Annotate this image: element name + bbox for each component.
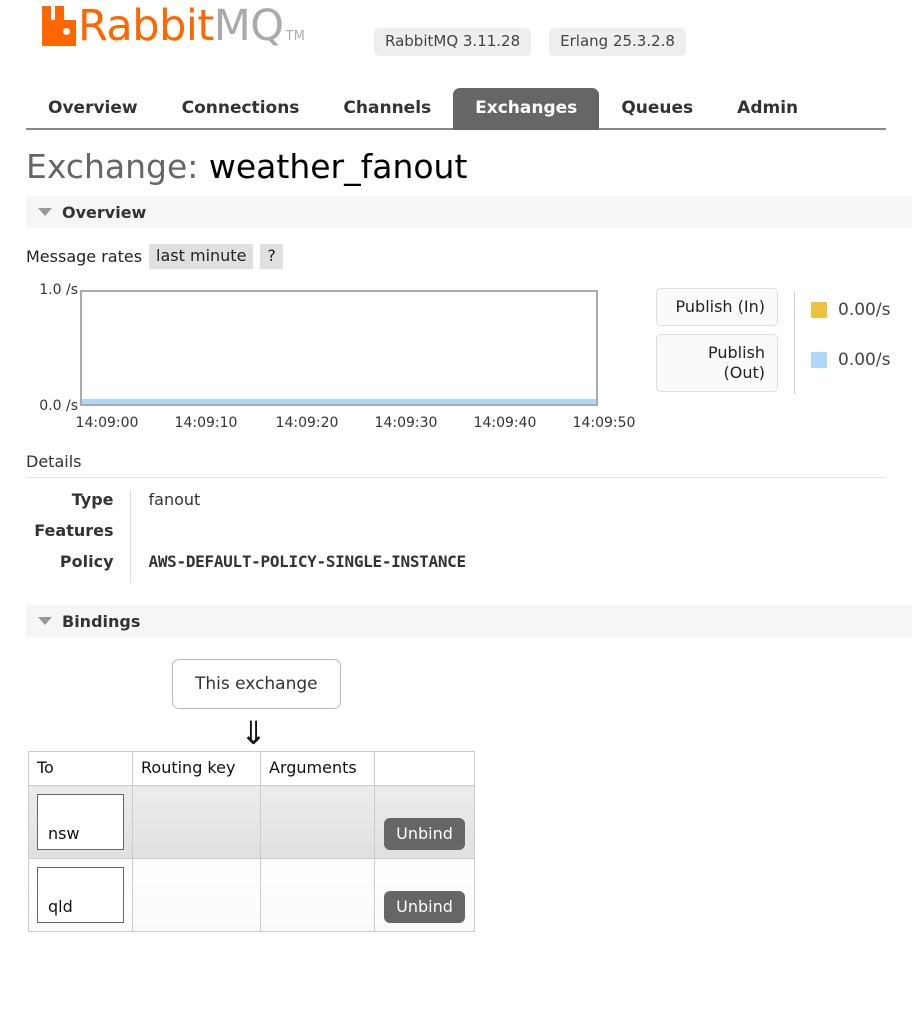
details-value-features [129,521,630,552]
section-header-bindings[interactable]: Bindings [26,605,912,637]
bindings-diagram: This exchange ⇓ [26,659,912,751]
legend-button-publish-out[interactable]: Publish (Out) [656,334,778,392]
details-key-type: Type [71,490,114,509]
logo-text-mq: MQ [213,1,284,51]
section-header-overview[interactable]: Overview [26,196,912,228]
column-header-routing-key: Routing key [132,751,261,786]
x-axis-tick-5: 14:09:50 [572,415,636,431]
y-axis-tick-min: 0.0 /s [39,398,78,414]
legend-divider [794,292,795,394]
tab-overview[interactable]: Overview [26,88,160,130]
details-row-policy: Policy AWS-DEFAULT-POLICY-SINGLE-INSTANC… [26,552,630,583]
section-title-bindings: Bindings [62,611,141,631]
bindings-table: To Routing key Arguments nsw Unbind qld … [28,751,475,932]
this-exchange-node[interactable]: This exchange [172,659,341,709]
column-header-actions [374,751,475,786]
x-axis-tick-1: 14:09:10 [174,415,238,431]
unbind-button[interactable]: Unbind [384,818,465,850]
tab-connections[interactable]: Connections [160,88,322,130]
queue-link-nsw[interactable]: nsw [37,794,124,850]
legend-rate-publish-out: 0.00/s [838,350,891,370]
unbind-button[interactable]: Unbind [384,891,465,923]
section-title-overview: Overview [62,202,147,222]
binding-to-cell: nsw [28,785,133,859]
collapse-triangle-icon [38,617,52,625]
table-row: nsw Unbind [28,785,475,859]
tab-admin[interactable]: Admin [715,88,820,130]
series-publish-out-line [82,399,596,404]
binding-arguments-cell [260,785,375,859]
details-table: Type fanout Features Policy AWS-DEFAULT-… [26,490,630,583]
column-header-arguments: Arguments [260,751,375,786]
details-row-type: Type fanout [26,490,630,521]
binding-action-cell: Unbind [374,785,475,859]
x-axis-tick-3: 14:09:30 [374,415,438,431]
details-key-features: Features [34,521,114,540]
bindings-header-row: To Routing key Arguments [28,751,475,786]
details-key-policy: Policy [59,552,114,571]
trademark-symbol: TM [285,29,305,44]
binding-action-cell: Unbind [374,858,475,932]
details-value-type: fanout [129,490,630,521]
rabbit-logo-icon [42,6,76,46]
tab-queues[interactable]: Queues [599,88,715,130]
page-title-value: weather_fanout [208,147,468,186]
chart-plot-area [80,290,598,406]
legend-rate-publish-in: 0.00/s [838,300,891,320]
version-badges: RabbitMQ 3.11.28 Erlang 25.3.2.8 [374,28,686,56]
legend-value-publish-in: 0.00/s [811,300,890,320]
x-axis-tick-4: 14:09:40 [473,415,537,431]
page-title-label: Exchange: [26,147,199,186]
message-rates-controls: Message rates last minute ? [26,243,912,269]
chart-legend: Publish (In) Publish (Out) 0.00/s 0.00/s [656,288,890,394]
binding-to-cell: qld [28,858,133,932]
badge-rabbitmq-version: RabbitMQ 3.11.28 [374,28,532,56]
tab-exchanges[interactable]: Exchanges [453,88,600,130]
help-icon[interactable]: ? [260,243,283,269]
y-axis-tick-max: 1.0 /s [39,282,78,298]
x-axis-tick-0: 14:09:00 [75,415,139,431]
rabbitmq-logo[interactable]: RabbitMQ TM [42,5,305,48]
details-label: Details [26,452,82,471]
message-rates-chart: 1.0 /s 0.0 /s 14:09:00 14:09:10 14:09:20… [26,280,912,440]
badge-erlang-version: Erlang 25.3.2.8 [549,28,686,56]
app-header: RabbitMQ TM RabbitMQ 3.11.28 Erlang 25.3… [0,0,912,78]
x-axis-tick-2: 14:09:20 [275,415,339,431]
logo-text-rabbit: Rabbit [78,1,214,51]
down-arrow-icon: ⇓ [240,714,267,752]
message-rates-label: Message rates [26,246,143,266]
page-title: Exchange: weather_fanout [26,148,886,186]
queue-link-qld[interactable]: qld [37,867,124,923]
legend-button-publish-in[interactable]: Publish (In) [656,288,778,326]
details-row-features: Features [26,521,630,552]
column-header-to: To [28,751,133,786]
main-navigation: Overview Connections Channels Exchanges … [26,78,886,130]
rates-period-selector[interactable]: last minute [149,243,254,269]
binding-routing-key-cell [132,858,261,932]
legend-swatch-publish-in [811,302,827,318]
logo-wordmark: RabbitMQ [78,5,284,48]
tab-channels[interactable]: Channels [321,88,453,130]
details-divider [26,477,886,478]
table-row: qld Unbind [28,858,475,932]
legend-value-publish-out: 0.00/s [811,350,890,370]
collapse-triangle-icon [38,208,52,216]
details-value-policy[interactable]: AWS-DEFAULT-POLICY-SINGLE-INSTANCE [129,552,630,583]
binding-routing-key-cell [132,785,261,859]
binding-arguments-cell [260,858,375,932]
legend-swatch-publish-out [811,352,827,368]
